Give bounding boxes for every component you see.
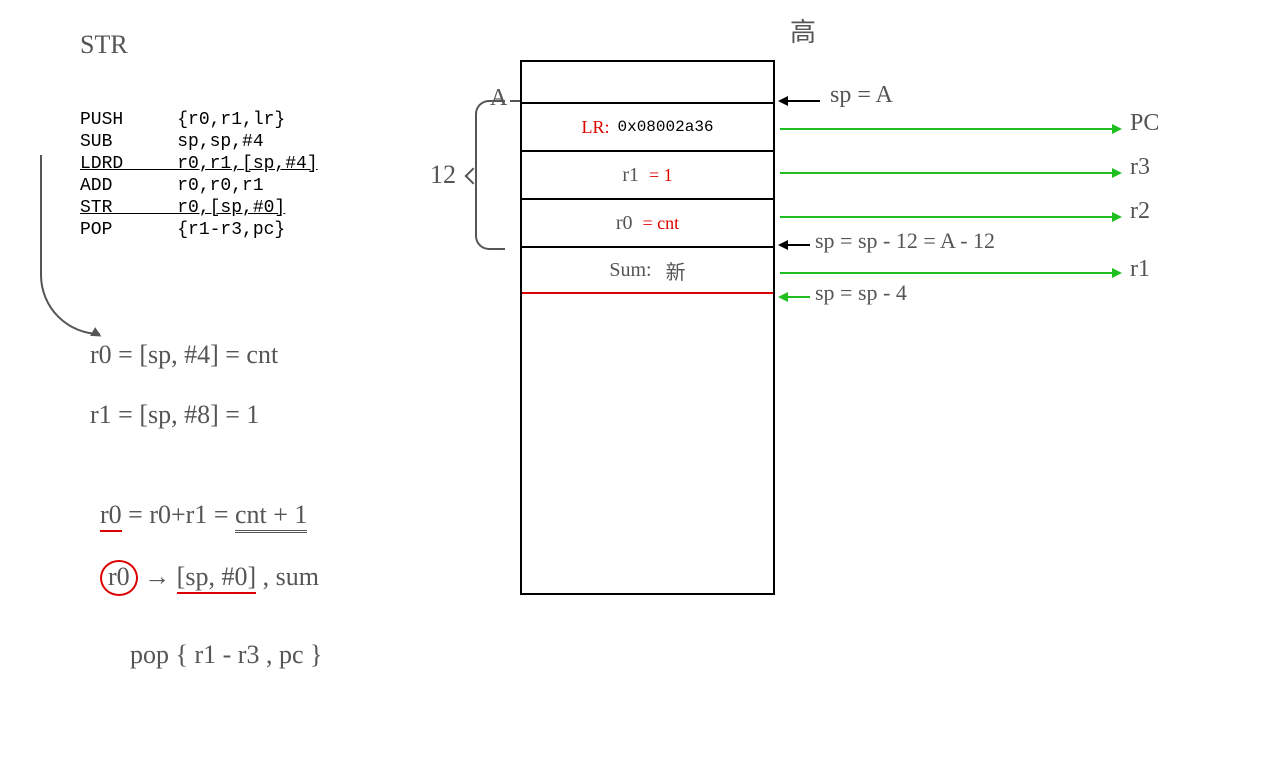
label-a: A <box>490 85 507 112</box>
note3b: = r0+r1 = <box>128 500 235 529</box>
asm-str: STR r0,[sp,#0] <box>80 198 285 218</box>
label-r3: r3 <box>1130 154 1150 181</box>
r1-label: r1 <box>622 164 639 187</box>
asm-ldrd-text: LDRD r0,r1,[sp,#4] <box>80 154 318 174</box>
note1a: r0 = [sp, #4] = <box>90 340 240 369</box>
label-sp4: sp = sp - 4 <box>815 280 907 306</box>
arrow-pc <box>780 128 1120 130</box>
note-r0-sum: r0 = r0+r1 = cnt + 1 <box>100 500 307 530</box>
label-pc: PC <box>1130 110 1159 137</box>
arrow-sp4 <box>780 296 810 298</box>
arrow-sp12 <box>780 244 810 246</box>
arrow-sp-a <box>780 100 820 102</box>
sum-label: Sum: <box>609 259 651 282</box>
arrow-r2 <box>780 216 1120 218</box>
arrow-r3 <box>780 172 1120 174</box>
arrow-r1 <box>780 272 1120 274</box>
title-str: STR <box>80 30 128 60</box>
asm-str-text: STR r0,[sp,#0] <box>80 198 285 218</box>
lr-label: LR: <box>581 117 609 138</box>
note-pop: pop { r1 - r3 , pc } <box>130 640 322 670</box>
brace-12 <box>475 100 505 250</box>
r1-value: = 1 <box>649 165 673 186</box>
label-high: 高 <box>790 12 816 49</box>
label-r1: r1 <box>1130 256 1150 283</box>
stack-box: LR: 0x08002a36 r1 = 1 r0 = cnt Sum: 新 <box>520 60 775 595</box>
row-r0: r0 = cnt <box>522 198 773 246</box>
note-r0-store: r0 → [sp, #0] , sum <box>100 560 319 596</box>
note3c: cnt + 1 <box>235 500 307 533</box>
asm-sub: SUB sp,sp,#4 <box>80 132 264 152</box>
label-sp-a: sp = A <box>830 82 893 109</box>
note4b: → <box>144 562 177 591</box>
label-sp12: sp = sp - 12 = A - 12 <box>815 228 995 254</box>
note3a: r0 <box>100 500 122 532</box>
label-12: 12 <box>430 160 456 190</box>
r0-value: = cnt <box>643 213 680 234</box>
note-r1-eq: r1 = [sp, #8] = 1 <box>90 400 259 430</box>
label-r2: r2 <box>1130 198 1150 225</box>
asm-add: ADD r0,r0,r1 <box>80 176 264 196</box>
note4a: r0 <box>100 560 138 596</box>
note-r0-eq: r0 = [sp, #4] = cnt <box>90 340 278 370</box>
sum-value: 新 <box>666 256 686 285</box>
arrow-code-to-notes <box>40 155 100 335</box>
asm-push: PUSH {r0,r1,lr} <box>80 110 285 130</box>
asm-pop: POP {r1-r3,pc} <box>80 220 285 240</box>
note4d: , sum <box>263 562 319 591</box>
row-r1: r1 = 1 <box>522 150 773 198</box>
lr-value: 0x08002a36 <box>618 118 714 136</box>
note1b: cnt <box>246 340 278 369</box>
row-lr: LR: 0x08002a36 <box>522 102 773 150</box>
r0-label: r0 <box>616 212 633 235</box>
tick-a <box>510 100 520 102</box>
asm-ldrd: LDRD r0,r1,[sp,#4] <box>80 154 318 174</box>
row-sum: Sum: 新 <box>522 246 773 294</box>
note4c: [sp, #0] <box>177 562 256 594</box>
